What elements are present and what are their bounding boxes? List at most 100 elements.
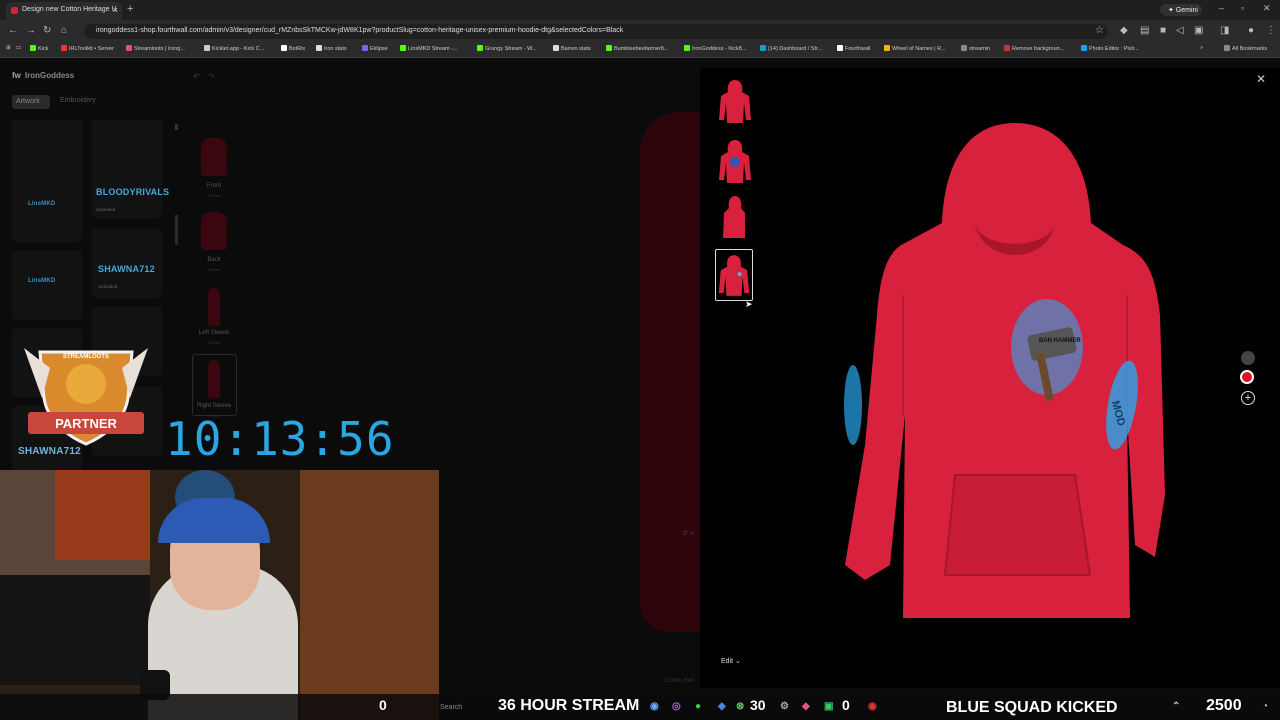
bookmark-item[interactable]: IronGoddess - Kick8... [684, 45, 746, 52]
record-icon[interactable]: ◉ [868, 701, 877, 712]
taskbar-icon[interactable]: ◎ [672, 701, 681, 712]
bookmark-item[interactable]: BotRix [281, 45, 305, 52]
bookmark-item[interactable]: LinsMKD Stream -... [400, 45, 458, 52]
bookmark-item[interactable]: Remove backgroun... [1004, 45, 1064, 52]
preview-thumb-back[interactable] [716, 136, 754, 186]
mute-icon[interactable]: ◁ [1176, 25, 1184, 36]
view-back-thumb[interactable] [201, 212, 227, 250]
bookmark-label: streamin [969, 46, 991, 52]
wifi-icon[interactable]: ⌃ [1172, 701, 1180, 712]
new-tab-icon[interactable]: + [127, 3, 133, 15]
color-swatch-red-selected[interactable] [1240, 370, 1254, 384]
url-field[interactable]: irongoddess1-shop.fourthwall.com/admin/v… [84, 24, 1108, 39]
artwork-thumb[interactable]: LinsMKD [12, 250, 82, 320]
brand-name: IronGoddess [24, 71, 75, 80]
extension-icon[interactable]: ▤ [1140, 25, 1149, 36]
gemini-button[interactable]: ✦ Gemini [1160, 4, 1202, 16]
artwork-label: BLOODYRIVALS [96, 187, 170, 197]
close-tab-icon[interactable]: × [113, 5, 118, 15]
bookmark-item[interactable]: Barren stats [553, 45, 591, 52]
mouse-cursor-icon: ➤ [745, 299, 753, 309]
bookmark-item[interactable]: Wheel of Names | R... [884, 45, 946, 52]
view-sub: Printed [207, 193, 221, 198]
gear-icon[interactable]: ⚙ [780, 701, 789, 712]
forward-icon[interactable]: → [26, 25, 36, 36]
scrollbar-thumb[interactable] [175, 124, 178, 130]
menu-dots-icon[interactable]: ⋮ [1266, 25, 1276, 36]
folder-icon[interactable]: ▭ [16, 45, 21, 51]
browser-tab[interactable]: Design new Cotton Heritage U × [6, 2, 122, 20]
extensions-puzzle-icon[interactable]: ▣ [1194, 25, 1203, 36]
bookmark-item[interactable]: (14) Dashboard / Str... [760, 45, 822, 52]
extension-icon[interactable]: ■ [1160, 25, 1166, 36]
view-label: Back [207, 257, 221, 263]
bookmark-label: IRLToolkit • Server [69, 46, 114, 52]
artwork-thumb[interactable]: BLOODYRIVALS Uploaded [92, 148, 169, 218]
profile-avatar-icon[interactable]: ● [1248, 25, 1254, 36]
edit-label: Edit [721, 658, 734, 665]
view-front-thumb[interactable] [201, 138, 227, 176]
bookmark-label: Wheel of Names | R... [892, 46, 946, 52]
tab-embroidery[interactable]: Embroidery [60, 97, 96, 104]
taskbar-icon[interactable]: ◆ [802, 701, 810, 712]
xbox-icon[interactable]: ⊗ [736, 701, 744, 712]
artwork-thumb[interactable]: LinsMKD [12, 172, 82, 242]
badge-streamloots-text: STREAMLOOTS [63, 354, 109, 360]
close-icon[interactable]: ✕ [1256, 72, 1266, 86]
stream-title: 36 HOUR STREAM [498, 697, 640, 714]
edit-dropdown-button[interactable]: Edit ⌄ [716, 654, 750, 669]
bookmark-item[interactable]: Streamloots | Irong... [126, 45, 185, 52]
undo-icon[interactable]: ↶ [193, 72, 200, 81]
view-left-sleeve-thumb[interactable] [208, 288, 220, 326]
preview-thumb-front[interactable] [716, 76, 754, 126]
canvas-hoodie [640, 112, 700, 632]
tab-artwork[interactable]: Artwork [12, 95, 50, 109]
bookmarks-bar: ⊞ ▭ Kick IRLToolkit • Server Streamloots… [0, 42, 1280, 58]
apps-icon[interactable]: ⊞ [6, 45, 11, 51]
bookmark-star-icon[interactable]: ☆ [1095, 25, 1104, 36]
taskbar-icon[interactable]: ◈ [718, 701, 726, 712]
scrollbar-thumb[interactable] [175, 215, 178, 245]
taskbar-search[interactable]: Search [440, 704, 462, 711]
artwork-thumb[interactable]: SHAWNA712 Uploaded [92, 228, 162, 298]
window-close-icon[interactable]: ✕ [1263, 3, 1271, 14]
home-icon[interactable]: ⌂ [61, 25, 67, 36]
minimize-icon[interactable]: – [1219, 3, 1224, 13]
count-0: 0 [842, 697, 850, 713]
bookmark-label: Fourthwall [845, 46, 871, 52]
uploaded-tag: Uploaded [96, 207, 116, 212]
color-swatch-gray[interactable] [1241, 351, 1255, 365]
bookmark-item[interactable]: Grungy Stream - W... [477, 45, 537, 52]
taskbar-icon[interactable]: ▣ [824, 701, 833, 712]
maximize-icon[interactable]: ▫ [1241, 3, 1244, 13]
bookmark-item[interactable]: Kicklet.app - Kick C... [204, 45, 264, 52]
bookmark-item[interactable]: Eklipse [362, 45, 388, 52]
all-bookmarks[interactable]: All Bookmarks [1224, 45, 1267, 52]
taskbar-icon[interactable]: ● [695, 701, 701, 712]
more-bookmarks-icon[interactable]: » [1200, 45, 1203, 51]
count-30: 30 [750, 697, 766, 713]
bookmark-label: Photo Editor : Pixlr... [1089, 46, 1139, 52]
bookmark-item[interactable]: Bumbleebeefarmer8... [606, 45, 668, 52]
bookmark-item[interactable]: IRLToolkit • Server [61, 45, 114, 52]
bookmark-item[interactable]: Kick [30, 45, 48, 52]
back-icon[interactable]: ← [8, 25, 18, 36]
preview-thumb-active[interactable] [715, 249, 753, 301]
bookmark-item[interactable]: streamin [961, 45, 990, 52]
artwork-thumb[interactable] [12, 120, 82, 180]
extension-icon[interactable]: ◆ [1120, 25, 1128, 36]
preview-thumb-side[interactable] [716, 192, 754, 242]
reload-icon[interactable]: ↻ [43, 25, 51, 36]
bookmark-item[interactable]: Iron stats [316, 45, 347, 52]
hoodie-preview: BAN HAMMER MOD [844, 123, 1165, 618]
bookmark-label: LinsMKD Stream -... [408, 46, 458, 52]
view-label: Front [206, 183, 221, 189]
add-color-icon[interactable]: + [1241, 391, 1255, 405]
bookmark-item[interactable]: Photo Editor : Pixlr... [1081, 45, 1139, 52]
redo-icon[interactable]: ↷ [208, 72, 215, 81]
bookmark-item[interactable]: Fourthwall [837, 45, 870, 52]
sidebar-icon[interactable]: ◨ [1220, 25, 1229, 36]
notification-icon[interactable]: ◔ [1262, 701, 1268, 712]
taskbar-icon[interactable]: ◉ [650, 701, 659, 712]
view-right-sleeve-thumb [208, 360, 220, 398]
